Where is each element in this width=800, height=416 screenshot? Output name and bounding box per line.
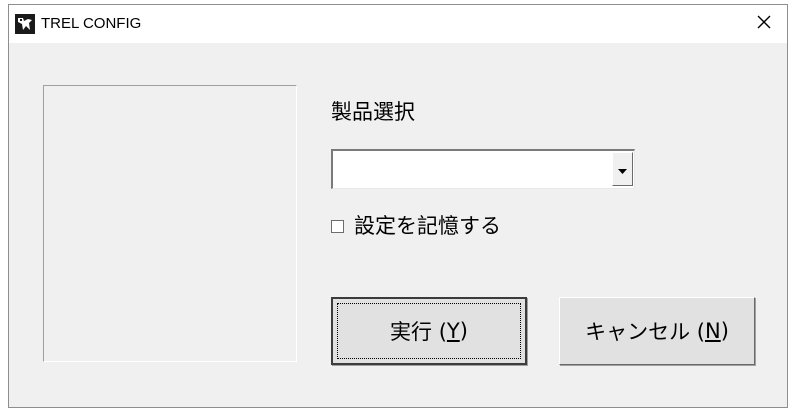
execute-button[interactable]: 実行 (Y) [331, 297, 527, 365]
close-icon [756, 14, 772, 34]
dropdown-button[interactable] [612, 152, 633, 186]
remember-settings-label: 設定を記憶する [354, 214, 501, 238]
title-bar[interactable]: TREL CONFIG [9, 5, 787, 43]
product-image-panel [43, 85, 297, 362]
close-button[interactable] [741, 5, 787, 43]
window-title: TREL CONFIG [41, 15, 142, 32]
cancel-label-suffix: ) [720, 319, 729, 343]
cancel-button[interactable]: キャンセル (N) [559, 297, 755, 365]
cancel-label-prefix: キャンセル ( [585, 320, 705, 344]
dialog-window: TREL CONFIG 製品選択 設定を記憶する 実行 (Y) キャンセル (… [8, 4, 788, 408]
product-select-dropdown[interactable] [331, 149, 635, 189]
focus-ring [337, 303, 521, 359]
remember-settings-checkbox[interactable] [331, 219, 344, 233]
chevron-down-icon [618, 160, 627, 179]
app-logo-icon [15, 14, 35, 34]
cancel-mnemonic: N [704, 319, 721, 343]
product-select-label: 製品選択 [331, 100, 415, 124]
remember-settings-row[interactable]: 設定を記憶する [331, 213, 501, 239]
